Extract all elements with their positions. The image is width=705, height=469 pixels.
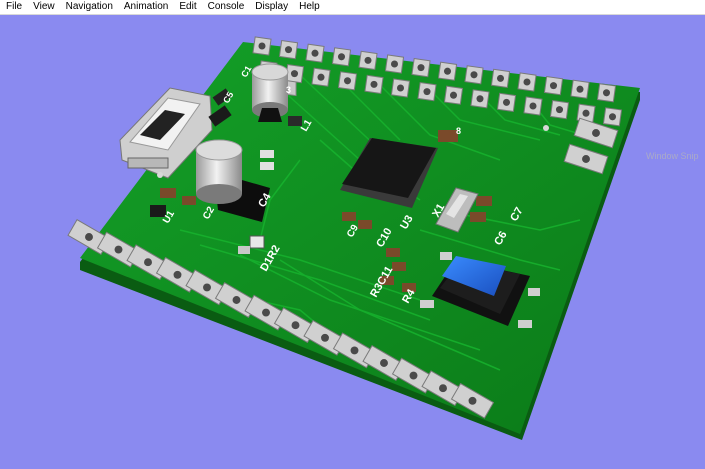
app-window: File View Navigation Animation Edit Cons… xyxy=(0,0,705,469)
pin-hole xyxy=(284,46,293,54)
pin-hole xyxy=(576,85,584,93)
pin-hole xyxy=(608,113,617,121)
pin-hole xyxy=(144,258,152,267)
pin-hole xyxy=(370,80,378,88)
pin-hole xyxy=(317,73,325,81)
pin-hole xyxy=(114,245,123,254)
pin-hole xyxy=(311,49,319,57)
pin-hole xyxy=(203,283,211,292)
pin-hole xyxy=(258,42,266,50)
pin-hole xyxy=(523,78,531,86)
pin-hole xyxy=(555,106,564,114)
pin-hole xyxy=(592,129,600,137)
pin-hole xyxy=(529,102,537,110)
pin-hole xyxy=(602,89,611,97)
pin-hole xyxy=(417,64,425,72)
pin-hole xyxy=(468,396,477,405)
pin-hole xyxy=(582,109,590,117)
pin-hole xyxy=(449,91,458,99)
pin-hole xyxy=(364,56,372,64)
capacitor-c1 xyxy=(251,63,289,122)
menu-bar: File View Navigation Animation Edit Cons… xyxy=(0,0,705,15)
3d-viewport[interactable]: C5 C1 3 L1 C4 U1 C2 D1R2 C9 C10 U3 X1 C6… xyxy=(0,15,705,469)
pcb-3d-render: C5 C1 3 L1 C4 U1 C2 D1R2 C9 C10 U3 X1 C6… xyxy=(67,36,640,440)
pin-hole xyxy=(380,359,388,367)
pin-hole xyxy=(439,384,447,393)
refdes-c8: 8 xyxy=(456,126,461,136)
pin-hole xyxy=(173,270,182,279)
pin-hole xyxy=(423,88,431,96)
pin-hole xyxy=(496,74,505,82)
menu-animation[interactable]: Animation xyxy=(118,0,173,14)
pin-hole xyxy=(85,233,93,241)
pin-hole xyxy=(350,346,359,355)
pin-hole xyxy=(262,308,270,317)
pin-hole xyxy=(343,77,352,85)
watermark-text: Window Snip xyxy=(646,151,699,161)
pin-hole xyxy=(502,98,511,106)
pin-hole xyxy=(337,53,346,61)
menu-file[interactable]: File xyxy=(0,0,27,14)
pin-hole xyxy=(396,84,405,92)
pin-hole xyxy=(291,321,300,330)
fiducial-mark xyxy=(543,125,549,131)
pin-hole xyxy=(290,70,299,78)
pin-hole xyxy=(470,71,478,79)
pin-hole xyxy=(476,95,484,103)
pin-hole xyxy=(232,296,241,304)
pin-hole xyxy=(321,333,329,342)
menu-navigation[interactable]: Navigation xyxy=(60,0,118,14)
menu-view[interactable]: View xyxy=(27,0,60,14)
menu-console[interactable]: Console xyxy=(202,0,250,14)
fiducial-mark xyxy=(157,172,163,178)
pin-hole xyxy=(549,82,558,90)
menu-help[interactable]: Help xyxy=(293,0,325,14)
menu-edit[interactable]: Edit xyxy=(173,0,201,14)
pin-hole xyxy=(409,371,418,380)
pin-hole xyxy=(390,60,399,68)
menu-display[interactable]: Display xyxy=(249,0,293,14)
refdes-c3: 3 xyxy=(286,85,291,95)
pin-hole xyxy=(582,155,590,163)
pin-hole xyxy=(443,67,452,75)
